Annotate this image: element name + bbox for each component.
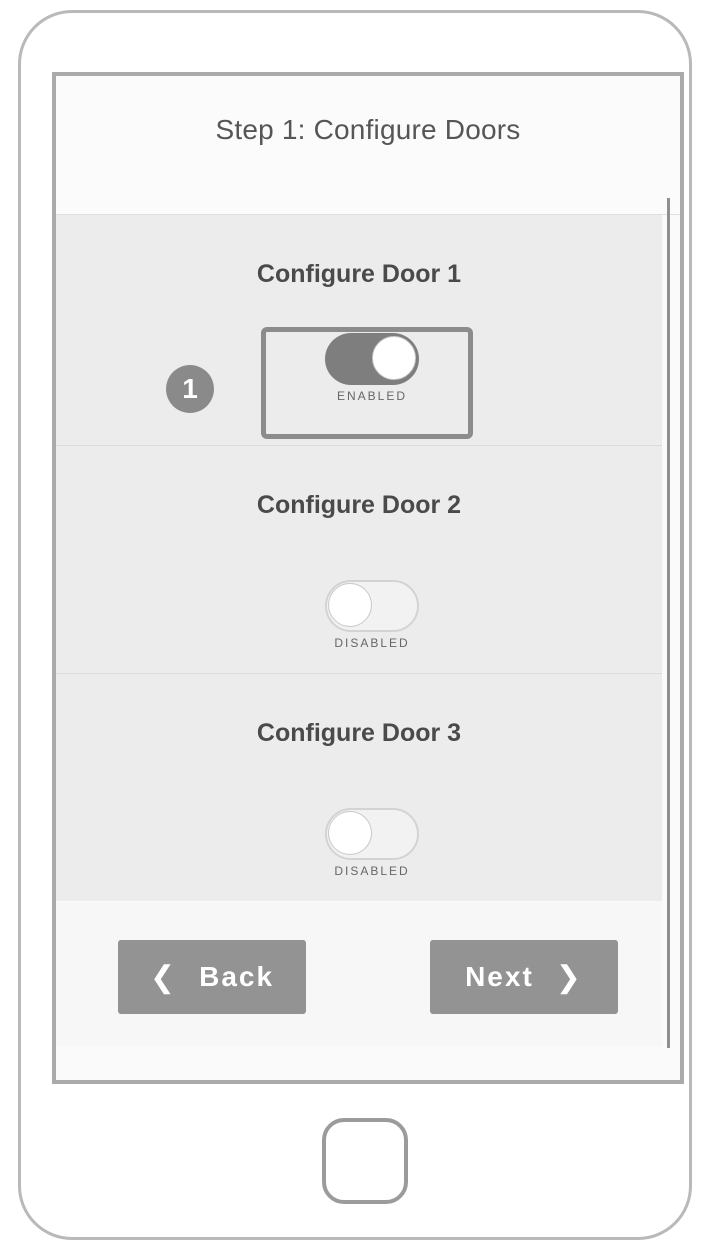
door-3-toggle-group: DISABLED — [324, 808, 420, 878]
next-label: Next — [465, 961, 534, 992]
door-3-toggle[interactable] — [325, 808, 419, 860]
toggle-knob — [372, 336, 416, 380]
chevron-right-icon: ❯ — [555, 960, 583, 994]
next-button[interactable]: Next ❯ — [430, 940, 618, 1014]
app-screen: Step 1: Configure Doors Configure Door 1… — [52, 72, 684, 1084]
door-3-title: Configure Door 3 — [256, 719, 462, 747]
door-2-section: Configure Door 2 DISABLED — [56, 446, 662, 674]
door-2-status: DISABLED — [334, 636, 410, 650]
header: Step 1: Configure Doors — [56, 76, 680, 215]
door-2-toggle[interactable] — [325, 580, 419, 632]
scrollbar[interactable] — [667, 198, 670, 1048]
door-1-section: Configure Door 1 1 ENABLED — [56, 215, 662, 446]
home-button[interactable] — [322, 1118, 408, 1204]
toggle-knob — [328, 811, 372, 855]
step-badge: 1 — [166, 365, 214, 413]
door-3-status: DISABLED — [334, 864, 410, 878]
door-1-toggle[interactable] — [325, 333, 419, 385]
page-title: Step 1: Configure Doors — [215, 114, 521, 145]
back-button[interactable]: ❮ Back — [118, 940, 306, 1014]
back-label: Back — [199, 961, 275, 992]
toggle-knob — [328, 583, 372, 627]
door-2-toggle-group: DISABLED — [324, 580, 420, 650]
door-1-status: ENABLED — [336, 389, 408, 403]
door-2-title: Configure Door 2 — [256, 491, 462, 519]
door-1-title: Configure Door 1 — [256, 260, 462, 288]
door-3-section: Configure Door 3 DISABLED — [56, 674, 662, 901]
footer-nav: ❮ Back Next ❯ — [56, 902, 662, 1046]
door-1-toggle-group: ENABLED — [324, 333, 420, 403]
chevron-left-icon: ❮ — [149, 960, 178, 994]
